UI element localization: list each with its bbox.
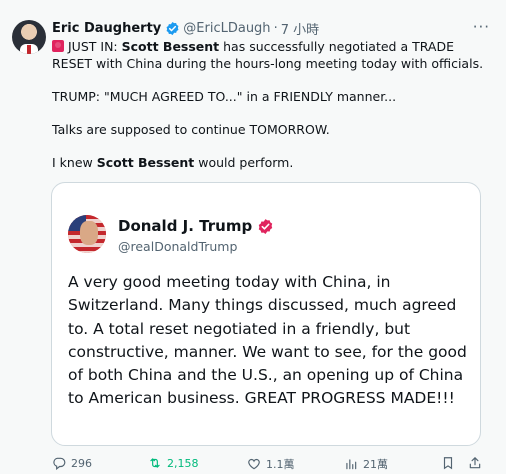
- verified-badge-icon: [166, 21, 179, 35]
- like-button[interactable]: 1.1萬: [247, 456, 295, 472]
- header-separator: ·: [273, 20, 278, 36]
- avatar-tie: [27, 45, 31, 54]
- views-button[interactable]: 21萬: [344, 456, 388, 472]
- reply-count: 296: [71, 456, 92, 470]
- verified-badge-icon: [258, 218, 273, 234]
- tweet-actions: 296 2,158 1.1萬 21萬: [52, 456, 492, 474]
- retweet-count: 2,158: [167, 456, 199, 470]
- line4-prefix: I knew: [52, 155, 97, 170]
- tweet-header: Eric Daugherty @EricLDaugh · 7 小時: [52, 18, 319, 38]
- views-count: 21萬: [363, 458, 388, 471]
- author-name[interactable]: Eric Daugherty: [52, 21, 161, 36]
- quoted-author-avatar[interactable]: [68, 215, 106, 253]
- tweet-body: JUST IN: Scott Bessent has successfully …: [52, 38, 492, 171]
- retweet-button[interactable]: 2,158: [148, 456, 199, 470]
- author-handle[interactable]: @EricLDaugh: [183, 21, 270, 36]
- line4-rest: would perform.: [194, 155, 294, 170]
- line1-bold: Scott Bessent: [121, 39, 220, 54]
- tweet-line-1: JUST IN: Scott Bessent has successfully …: [52, 38, 492, 72]
- author-avatar[interactable]: [12, 20, 46, 54]
- avatar-face: [80, 221, 98, 245]
- line1-prefix: JUST IN:: [68, 39, 122, 54]
- siren-emoji-icon: [52, 40, 64, 52]
- tweet-time[interactable]: 7 小時: [281, 19, 319, 38]
- line4-bold: Scott Bessent: [96, 155, 195, 170]
- quoted-author-name[interactable]: Donald J. Trump: [118, 217, 252, 235]
- quoted-author-row: Donald J. Trump: [118, 217, 277, 235]
- share-button[interactable]: [468, 456, 482, 470]
- more-icon[interactable]: ···: [473, 18, 490, 36]
- tweet-line-2: TRUMP: "MUCH AGREED TO..." in a FRIENDLY…: [52, 89, 397, 104]
- quoted-post-card[interactable]: Donald J. Trump @realDonaldTrump A very …: [51, 182, 481, 446]
- bookmark-button[interactable]: [441, 456, 455, 470]
- share-icon: [469, 457, 481, 469]
- like-icon: [248, 458, 260, 470]
- bookmark-icon: [443, 457, 453, 470]
- tweet-line-3: Talks are supposed to continue TOMORROW.: [52, 122, 330, 137]
- retweet-icon: [150, 458, 160, 468]
- views-icon: [346, 459, 357, 470]
- tweet-line-4: I knew Scott Bessent would perform.: [52, 154, 492, 171]
- like-count: 1.1萬: [266, 458, 295, 471]
- reply-icon: [53, 457, 66, 470]
- quoted-post-text: A very good meeting today with China, in…: [68, 273, 467, 408]
- tweet[interactable]: Eric Daugherty @EricLDaugh · 7 小時 ··· JU…: [0, 0, 506, 471]
- quoted-author-handle[interactable]: @realDonaldTrump: [118, 239, 237, 254]
- reply-button[interactable]: 296: [52, 456, 92, 470]
